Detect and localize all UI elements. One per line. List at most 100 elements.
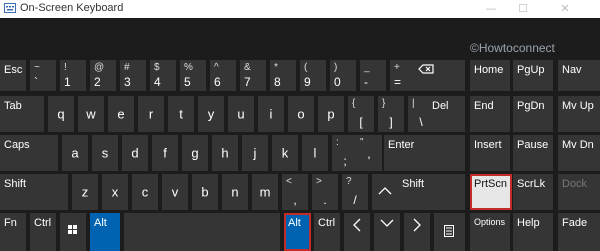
key-label: q [57,106,65,122]
key-2[interactable]: @2 [90,60,116,91]
key-label: a [71,145,79,161]
key-backtick[interactable]: ~ ` [30,60,56,91]
maximize-button[interactable]: ☐ [508,0,538,18]
key-alt-right[interactable]: Alt [284,213,311,251]
key-6[interactable]: ^ 6 [210,60,236,91]
key-pgdn[interactable]: PgDn [513,96,553,132]
key-f[interactable]: f [152,135,178,171]
key-windows[interactable] [60,213,86,251]
key-tab[interactable]: Tab [0,96,44,132]
key-ctrl-left[interactable]: Ctrl [30,213,56,251]
key-help[interactable]: Help [513,213,553,251]
key-dock[interactable]: Dock [558,174,600,210]
key-minus[interactable]: _ - [360,60,386,91]
key-9[interactable]: (9 [300,60,326,91]
key-fn[interactable]: Fn [0,213,26,251]
key-scrlk[interactable]: ScrLk [513,174,553,210]
key-backspace[interactable] [414,60,465,91]
key-t[interactable]: t [168,96,194,132]
key-comma[interactable]: <, [282,174,308,210]
key-b[interactable]: b [192,174,218,210]
key-right-bracket[interactable]: }] [378,96,404,132]
key-shift-label: > [316,176,322,187]
key-8[interactable]: * 8 [270,60,296,91]
key-prtscn[interactable]: PrtScn [470,174,512,210]
key-label: Shift [4,178,27,190]
key-arrow-right[interactable] [404,213,430,251]
key-p[interactable]: p [318,96,344,132]
key-label: Alt [288,217,301,229]
key-z[interactable]: z [72,174,98,210]
key-quote[interactable]: " ' [356,135,382,171]
key-u[interactable]: u [228,96,254,132]
key-left-bracket[interactable]: {[ [348,96,374,132]
key-h[interactable]: h [212,135,238,171]
key-mvup[interactable]: Mv Up [558,96,600,132]
minimize-button[interactable]: — [476,0,506,18]
key-enter[interactable]: Enter [384,135,465,171]
key-shift-label: ^ [214,62,219,73]
key-mvdn[interactable]: Mv Dn [558,135,600,171]
key-insert[interactable]: Insert [470,135,510,171]
key-shift-left[interactable]: Shift [0,174,68,210]
key-label: Tab [4,100,22,112]
key-slash[interactable]: ? / [342,174,368,210]
key-label: Shift [402,178,425,190]
key-pgup[interactable]: PgUp [513,60,553,91]
key-fade[interactable]: Fade [558,213,600,251]
key-caps[interactable]: Caps [0,135,58,171]
key-label: 4 [154,75,161,89]
key-4[interactable]: $4 [150,60,176,91]
key-del[interactable]: Del [428,96,465,132]
key-c[interactable]: c [132,174,158,210]
key-m[interactable]: m [252,174,278,210]
key-shift-label: ? [346,176,352,187]
key-nav[interactable]: Nav [558,60,600,91]
key-d[interactable]: d [122,135,148,171]
key-l[interactable]: l [302,135,328,171]
key-v[interactable]: v [162,174,188,210]
key-k[interactable]: k [272,135,298,171]
key-arrow-up[interactable] [372,174,398,210]
key-g[interactable]: g [182,135,208,171]
key-space[interactable] [124,213,280,251]
key-label: v [171,184,179,200]
key-pause[interactable]: Pause [513,135,553,171]
key-menu[interactable] [434,213,465,251]
key-label: n [231,184,239,200]
key-semicolon[interactable]: :; [332,135,358,171]
close-button[interactable]: ✕ [550,0,580,18]
key-label: Mv Up [562,100,594,112]
key-1[interactable]: ! 1 [60,60,86,91]
key-y[interactable]: y [198,96,224,132]
key-arrow-left[interactable] [344,213,370,251]
key-arrow-down[interactable] [374,213,400,251]
key-0[interactable]: ) 0 [330,60,356,91]
key-x[interactable]: x [102,174,128,210]
key-shift-right[interactable]: Shift [398,174,465,210]
key-q[interactable]: q [48,96,74,132]
key-3[interactable]: #3 [120,60,146,91]
key-e[interactable]: e [108,96,134,132]
key-o[interactable]: o [288,96,314,132]
key-5[interactable]: % 5 [180,60,206,91]
key-period[interactable]: >. [312,174,338,210]
key-shift-label: ( [304,62,308,73]
key-end[interactable]: End [470,96,510,132]
key-esc[interactable]: Esc [0,60,26,91]
key-j[interactable]: j [242,135,268,171]
key-ctrl-right[interactable]: Ctrl [314,213,340,251]
key-label: o [297,106,305,122]
key-r[interactable]: r [138,96,164,132]
key-s[interactable]: s [92,135,118,171]
key-alt-left[interactable]: Alt [90,213,120,251]
key-n[interactable]: n [222,174,248,210]
key-equals[interactable]: + = [390,60,416,91]
key-label: x [111,184,119,200]
key-w[interactable]: w [78,96,104,132]
key-options[interactable]: Options [470,213,510,251]
key-7[interactable]: & 7 [240,60,266,91]
key-i[interactable]: i [258,96,284,132]
key-home[interactable]: Home [470,60,510,91]
key-a[interactable]: a [62,135,88,171]
